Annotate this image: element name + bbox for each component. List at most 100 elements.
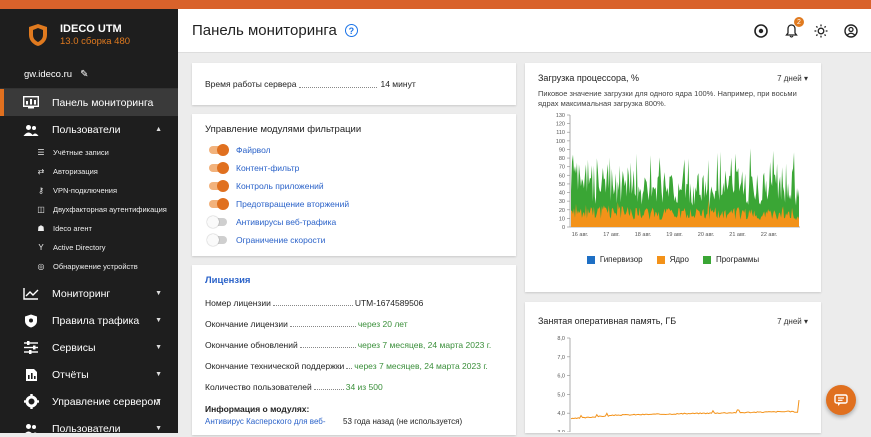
nav-item-section[interactable]: Правила трафика ▼ <box>0 307 178 334</box>
legend-label: Гипервизор <box>599 255 643 264</box>
nav-item-users[interactable]: Пользователи ▲ <box>0 116 178 143</box>
y-tick-label: 30 <box>559 199 565 205</box>
module-toggle-switch[interactable] <box>209 198 229 210</box>
x-tick-label: 21 авг. <box>729 232 746 238</box>
legend-item-hypervisor[interactable]: Гипервизор <box>586 255 643 264</box>
chat-icon <box>834 394 848 406</box>
support-icon[interactable] <box>753 23 769 39</box>
users-icon <box>22 123 40 137</box>
cpu-chart: 0 10 20 30 40 50 60 70 80 90 100 110 120 130 16 авг. 17… <box>556 113 800 238</box>
nav-subitem[interactable]: ☗ Ideco агент <box>0 219 178 238</box>
y-tick-label: 20 <box>559 208 565 214</box>
module-toggle-row: Ограничение скорости <box>205 231 503 249</box>
module-label[interactable]: Файрвол <box>236 145 271 155</box>
nav-subitem[interactable]: Y Active Directory <box>0 238 178 257</box>
y-tick-label: 60 <box>559 173 565 179</box>
module-label[interactable]: Антивирусы веб-трафика <box>236 217 336 227</box>
nav-subitem[interactable]: ◫ Двухфакторная аутентификация <box>0 200 178 219</box>
module-toggle-switch[interactable] <box>209 144 229 156</box>
twofactor-icon: ◫ <box>37 205 45 214</box>
y-tick-label: 8,0 <box>557 336 565 342</box>
nav-subitem[interactable]: ◎ Обнаружение устройств <box>0 257 178 276</box>
module-link[interactable]: Антивирус Касперского для веб- <box>205 417 343 427</box>
nav-item-section[interactable]: Отчёты ▼ <box>0 361 178 388</box>
nav-item-section[interactable]: Пользователи ▼ <box>0 415 178 433</box>
nav-subitem-label: Active Directory <box>53 243 106 252</box>
monitoring-icon <box>22 287 40 301</box>
x-tick-label: 17 авг. <box>603 232 620 238</box>
module-toggle-switch[interactable] <box>207 216 227 228</box>
chat-support-button[interactable] <box>826 385 856 415</box>
brand[interactable]: IDECO UTM 13.0 сборка 480 <box>0 9 178 61</box>
ram-series-line <box>570 399 800 420</box>
license-key: Окончание технической поддержки <box>205 360 345 371</box>
module-label[interactable]: Предотвращение вторжений <box>236 199 349 209</box>
module-toggle-switch[interactable] <box>207 234 227 246</box>
chevron-down-icon: ▼ <box>155 425 162 432</box>
toggle-knob <box>207 216 219 228</box>
ram-chart-title: Занятая оперативная память, ГБ <box>538 316 677 326</box>
x-tick-label: 20 авг. <box>698 232 715 238</box>
x-tick-label: 18 авг. <box>635 232 652 238</box>
nav-subitem-label: VPN-подключения <box>53 186 118 195</box>
key-icon: ⚷ <box>38 186 44 195</box>
theme-sun-icon[interactable] <box>813 23 829 39</box>
y-tick-label: 130 <box>556 113 565 119</box>
edit-pencil-icon[interactable]: ✎ <box>80 69 88 80</box>
users-icon <box>22 422 40 433</box>
cpu-period-select[interactable]: 7 дней ▾ <box>777 74 808 83</box>
filter-modules-card: Управление модулями фильтрации Файрвол Ко… <box>192 114 516 256</box>
notifications-bell-icon[interactable]: 2 <box>783 17 804 39</box>
toggle-knob <box>217 162 229 174</box>
x-tick-label: 22 авг. <box>761 232 778 238</box>
nav-item-section[interactable]: Управление сервером ▼ <box>0 388 178 415</box>
ram-period-select[interactable]: 7 дней ▾ <box>777 317 808 326</box>
y-tick-label: 40 <box>559 191 565 197</box>
license-key: Окончание обновлений <box>205 339 298 350</box>
license-row: Окончание обновлений через 7 месяцев, 24 … <box>205 334 503 355</box>
module-label[interactable]: Ограничение скорости <box>236 235 325 245</box>
y-tick-label: 10 <box>559 216 565 222</box>
legend-item-core[interactable]: Ядро <box>656 255 689 264</box>
nav-subitem[interactable]: ⚷ VPN-подключения <box>0 181 178 200</box>
legend-item-apps[interactable]: Программы <box>702 255 759 264</box>
reports-icon <box>22 368 40 382</box>
module-toggle-switch[interactable] <box>209 180 229 192</box>
license-title: Лицензия <box>205 275 251 286</box>
y-tick-label: 80 <box>559 156 565 162</box>
nav-label: Сервисы <box>52 341 96 354</box>
modules-info-heading: Информация о модулях: <box>205 404 310 414</box>
module-status: 53 года назад (не используется) <box>343 417 463 426</box>
chevron-down-icon: ▼ <box>155 317 162 324</box>
sidebar: IDECO UTM 13.0 сборка 480 gw.ideco.ru ✎ … <box>0 9 178 433</box>
nav-label: Пользователи <box>52 123 121 136</box>
accounts-icon: ☰ <box>37 148 45 157</box>
auth-icon: ⇄ <box>37 167 45 176</box>
nav-item-dashboard[interactable]: Панель мониторинга <box>0 89 178 116</box>
nav-subitem-label: Обнаружение устройств <box>53 262 138 271</box>
ram-usage-card: Занятая оперативная память, ГБ 7 дней ▾ … <box>525 302 821 436</box>
chevron-down-icon: ▼ <box>155 371 162 378</box>
dotted-leader <box>289 320 356 327</box>
nav-label: Правила трафика <box>52 314 140 327</box>
legend-swatch <box>702 255 711 264</box>
nav-subitem[interactable]: ☰ Учётные записи <box>0 143 178 162</box>
nav-subitem[interactable]: ⇄ Авторизация <box>0 162 178 181</box>
account-icon[interactable] <box>843 23 859 39</box>
help-icon[interactable]: ? <box>344 24 358 37</box>
nav-subitem-label: Ideco агент <box>53 224 92 233</box>
legend-label: Ядро <box>669 255 689 264</box>
module-toggle-row: Контент-фильтр <box>205 159 503 177</box>
module-toggle-switch[interactable] <box>209 162 229 174</box>
nav-item-section[interactable]: Мониторинг ▼ <box>0 280 178 307</box>
page-title: Панель мониторинга <box>192 22 337 39</box>
nav-label: Панель мониторинга <box>52 96 154 109</box>
module-label[interactable]: Контент-фильтр <box>236 163 299 173</box>
dotted-leader <box>299 341 356 348</box>
module-label[interactable]: Контроль приложений <box>236 181 324 191</box>
hostname: gw.ideco.ru <box>24 69 73 80</box>
nav-item-section[interactable]: Сервисы ▼ <box>0 334 178 361</box>
legend-swatch <box>656 255 665 264</box>
nav-label: Мониторинг <box>52 287 111 300</box>
y-tick-label: 50 <box>559 182 565 188</box>
